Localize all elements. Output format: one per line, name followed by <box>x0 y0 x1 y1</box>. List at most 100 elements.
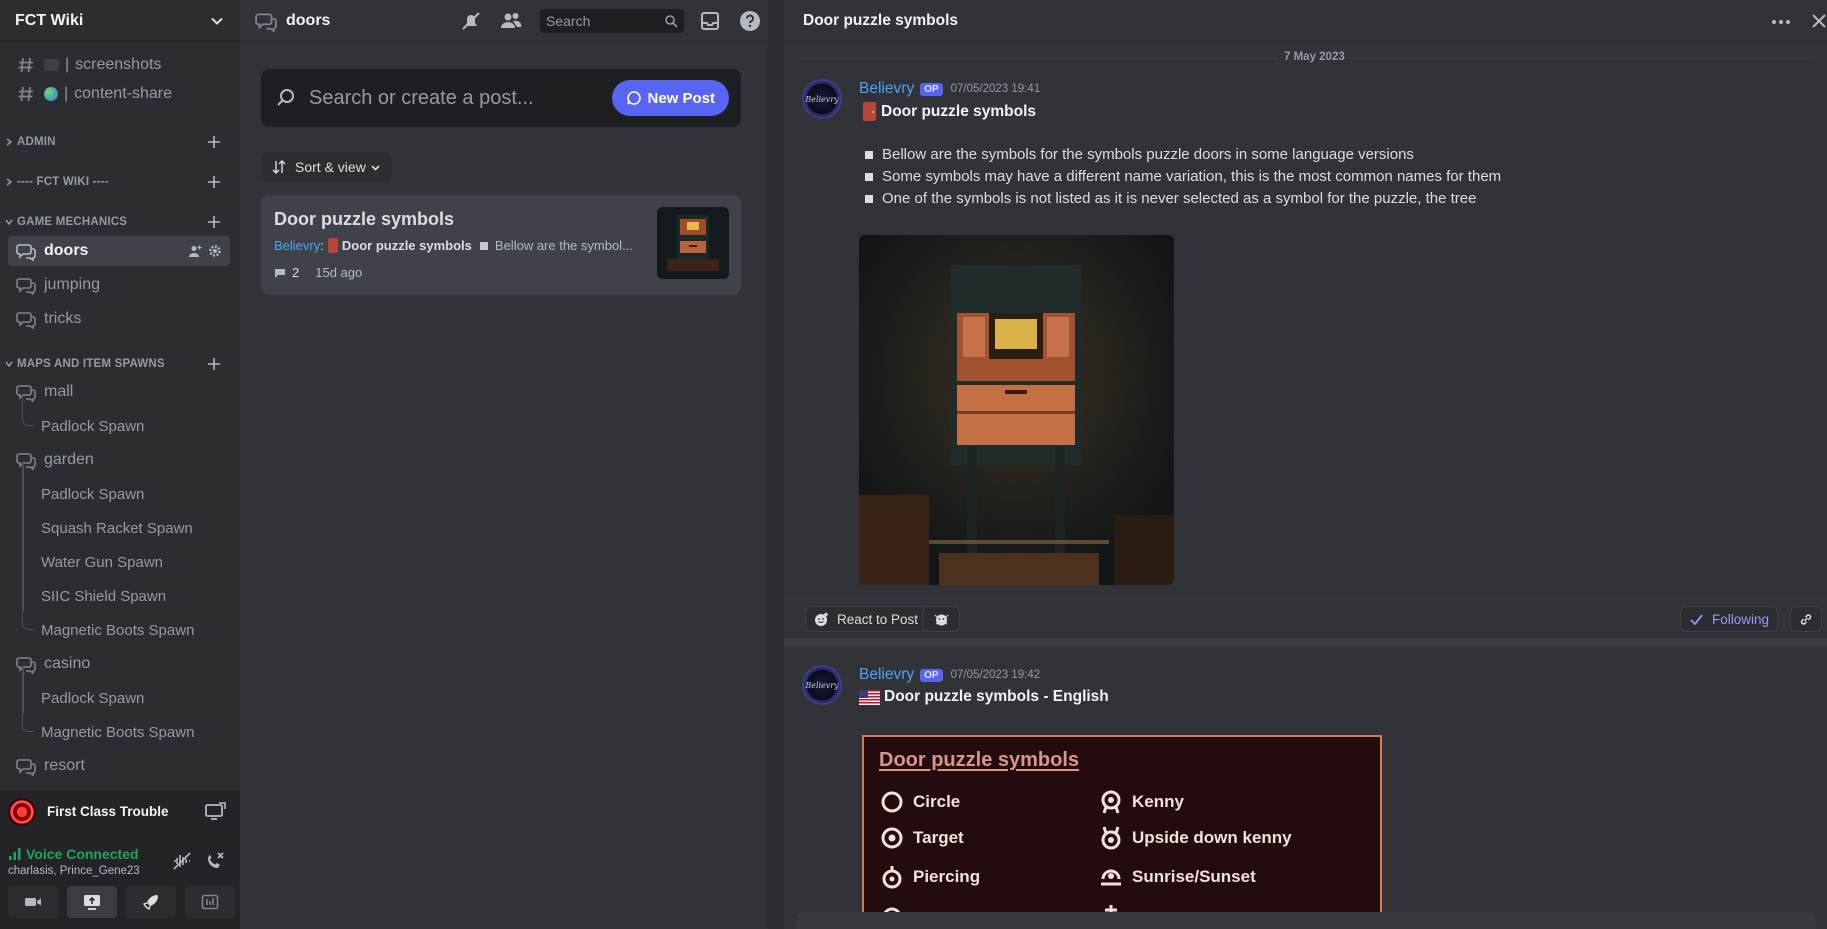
rocket-icon <box>142 895 158 911</box>
channel-jumping[interactable]: jumping <box>8 270 230 300</box>
react-to-post-button[interactable]: React to Post <box>805 606 928 632</box>
sort-icon <box>272 160 286 174</box>
chat-bubble-icon <box>627 91 642 105</box>
thread-mall-padlock-spawn[interactable]: Padlock Spawn <box>8 395 230 441</box>
channel-resort[interactable]: resort <box>8 751 230 781</box>
list-item: Bellow are the symbols for the symbols p… <box>865 144 1501 166</box>
game-activity-bar[interactable]: First Class Trouble <box>0 790 240 834</box>
add-channel-icon[interactable] <box>206 134 222 150</box>
post-age: 15d ago <box>315 265 363 280</box>
message-author[interactable]: Believry <box>859 80 914 98</box>
symbol-circle: Circle <box>880 790 960 814</box>
chevron-down-icon <box>371 164 380 171</box>
channel-label: mall <box>44 383 74 400</box>
noise-suppression-icon[interactable] <box>171 850 193 872</box>
copy-link-button[interactable] <box>1790 606 1822 632</box>
avatar[interactable]: Believry <box>802 665 842 705</box>
category-fct-wiki[interactable]: ---- FCT WIKI ---- <box>0 172 240 192</box>
voice-status[interactable]: Voice Connected <box>8 846 139 862</box>
sort-view-button[interactable]: Sort & view <box>261 152 391 182</box>
more-options-icon[interactable] <box>1771 12 1791 32</box>
header-search-input[interactable]: Search <box>540 9 684 33</box>
category-game-mechanics[interactable]: GAME MECHANICS <box>0 212 240 232</box>
forum-search-input[interactable]: Search or create a post... New Post <box>261 69 741 127</box>
hash-icon <box>18 57 33 73</box>
list-item: One of the symbols is not listed as it i… <box>865 188 1501 210</box>
link-icon <box>1800 613 1812 625</box>
super-reaction-button[interactable] <box>922 606 960 632</box>
channel-casino[interactable]: casino <box>8 649 230 679</box>
chevron-down-icon <box>5 361 13 368</box>
notification-muted-icon[interactable] <box>459 9 483 33</box>
channel-label: jumping <box>44 276 101 293</box>
add-channel-icon[interactable] <box>206 174 222 190</box>
discord-window: FCT Wiki | screenshots | content-share A… <box>0 0 1827 929</box>
symbol-chart-image[interactable]: Door puzzle symbols Circle Target Pierci… <box>862 735 1382 929</box>
check-icon <box>1690 613 1703 625</box>
activity-button[interactable] <box>126 886 176 918</box>
category-admin[interactable]: ADMIN <box>0 132 240 152</box>
forum-icon <box>16 244 36 261</box>
symbol-sunrise-sunset: Sunrise/Sunset <box>1099 865 1256 889</box>
forum-icon <box>16 453 36 470</box>
channel-label: doors <box>44 242 89 259</box>
message-composer[interactable] <box>796 912 1816 929</box>
channel-screenshots[interactable]: | screenshots <box>8 50 230 80</box>
thread-garden-water-gun-spawn[interactable]: Water Gun Spawn <box>8 531 230 577</box>
gear-icon[interactable] <box>208 244 222 258</box>
thread-garden-padlock-spawn[interactable]: Padlock Spawn <box>8 463 230 509</box>
screen-share-icon[interactable] <box>204 801 226 822</box>
post-preview: Bellow are the symbol... <box>494 238 633 253</box>
thread-header: Door puzzle symbols <box>784 0 1827 42</box>
add-channel-icon[interactable] <box>206 356 222 372</box>
server-header[interactable]: FCT Wiki <box>0 0 240 42</box>
thread-garden-squash-racket-spawn[interactable]: Squash Racket Spawn <box>8 497 230 543</box>
sunrise-symbol-icon <box>1101 869 1121 886</box>
search-icon <box>277 89 294 106</box>
forum-icon <box>255 13 277 32</box>
avatar[interactable]: Believry <box>802 79 842 119</box>
thread-casino-padlock-spawn[interactable]: Padlock Spawn <box>8 667 230 713</box>
channel-label: casino <box>44 655 91 672</box>
new-post-button[interactable]: New Post <box>612 80 729 116</box>
panel-divider[interactable] <box>768 0 784 929</box>
video-camera-icon <box>25 898 41 906</box>
post-preview-line: Believry: Door puzzle symbols Bellow are… <box>274 238 633 253</box>
soundboard-button[interactable] <box>185 886 235 918</box>
camera-button[interactable] <box>8 886 58 918</box>
channel-tricks[interactable]: tricks <box>8 304 230 334</box>
signal-icon <box>9 848 21 860</box>
attached-image[interactable] <box>859 235 1174 585</box>
share-screen-button[interactable] <box>67 886 117 918</box>
thread-casino-magnetic-boots-spawn[interactable]: Magnetic Boots Spawn <box>8 701 230 747</box>
message-author[interactable]: Believry <box>859 666 914 684</box>
category-maps-and-item-spawns[interactable]: MAPS AND ITEM SPAWNS <box>0 354 240 374</box>
invite-icon[interactable] <box>188 244 202 258</box>
forum-post-card[interactable]: Door puzzle symbols Believry: Door puzzl… <box>261 195 741 295</box>
thread-panel: Door puzzle symbols 7 May 2023 Believry … <box>784 0 1827 929</box>
screen-share-icon <box>84 895 100 910</box>
channel-doors[interactable]: doors <box>8 236 230 266</box>
channel-garden[interactable]: garden <box>8 445 230 475</box>
help-icon[interactable] <box>738 9 762 33</box>
kenny-symbol-icon <box>1101 790 1121 814</box>
thread-garden-siic-shield-spawn[interactable]: SIIC Shield Spawn <box>8 565 230 611</box>
post-subtitle: Door puzzle symbols <box>341 238 472 253</box>
channel-content-share[interactable]: | content-share <box>8 79 230 109</box>
op-badge: OP <box>920 82 943 96</box>
close-icon[interactable] <box>1809 11 1827 31</box>
inbox-icon[interactable] <box>698 9 722 33</box>
forum-header: doors Search <box>240 0 784 42</box>
add-channel-icon[interactable] <box>206 214 222 230</box>
forum-icon <box>16 657 36 674</box>
following-button[interactable]: Following <box>1680 606 1779 632</box>
channel-mall[interactable]: mall <box>8 377 230 407</box>
chevron-right-icon <box>6 138 13 146</box>
thread-garden-magnetic-boots-spawn[interactable]: Magnetic Boots Spawn <box>8 599 230 645</box>
symbol-upside-down-kenny: Upside down kenny <box>1099 826 1292 850</box>
chevron-down-icon <box>5 219 13 226</box>
disconnect-icon[interactable] <box>204 850 226 872</box>
post-action-bar: React to Post Following <box>784 598 1827 638</box>
member-list-icon[interactable] <box>499 9 523 33</box>
channel-sidebar: FCT Wiki | screenshots | content-share A… <box>0 0 240 929</box>
